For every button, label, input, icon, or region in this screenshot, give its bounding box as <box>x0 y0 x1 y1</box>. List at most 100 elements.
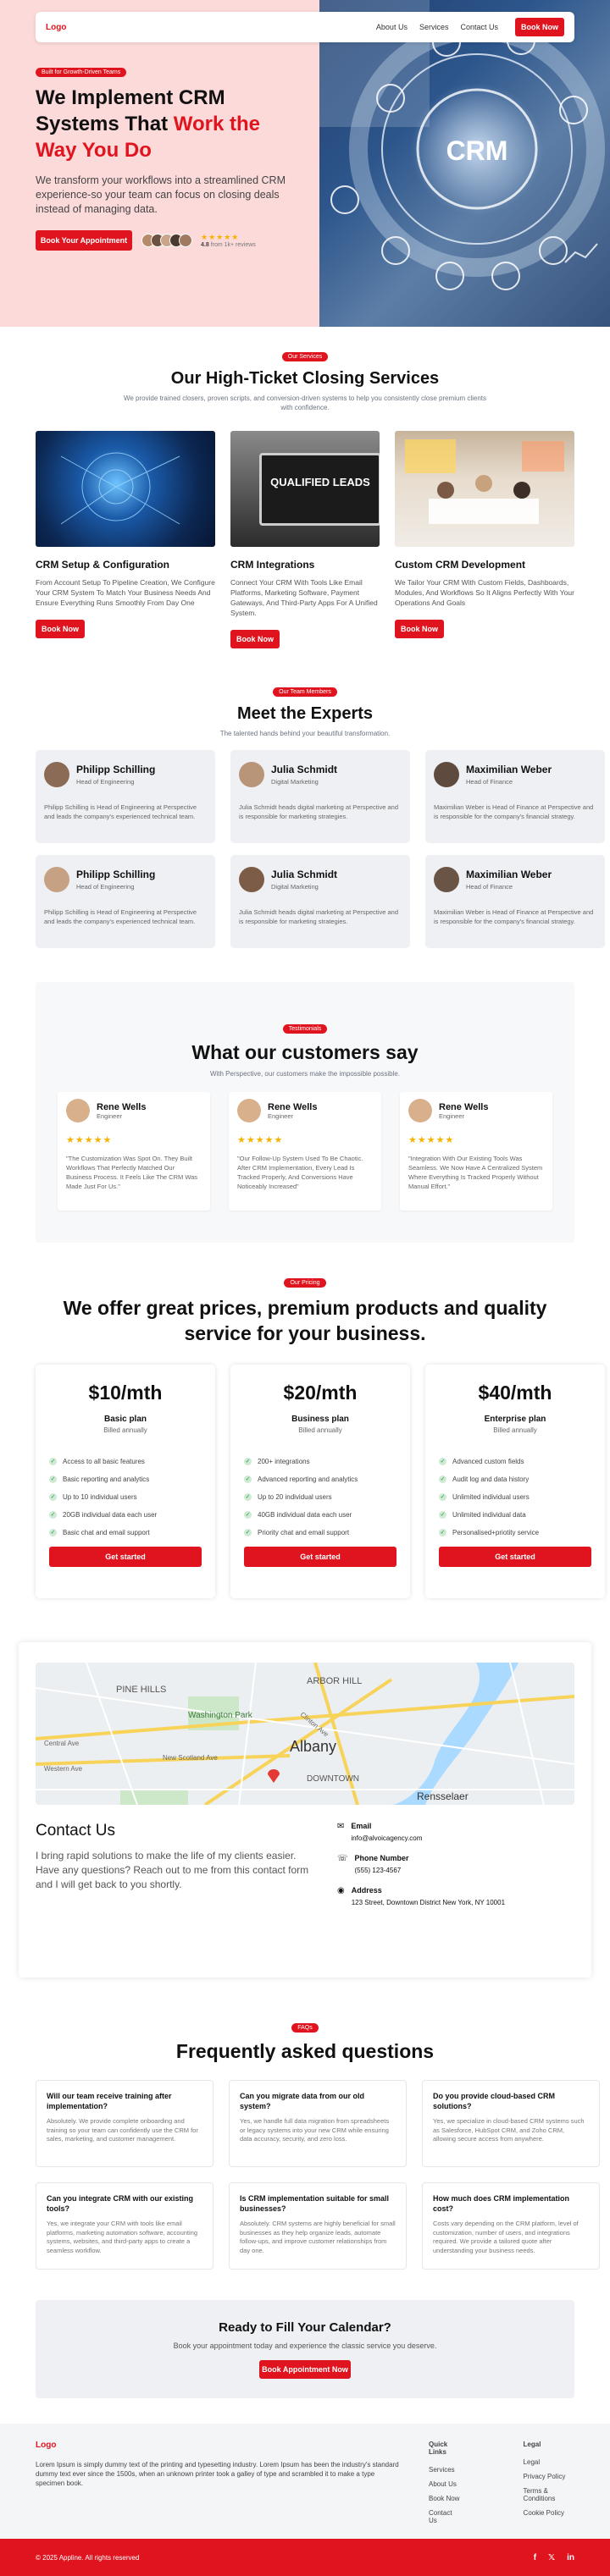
plan-price: $10/mth <box>88 1382 163 1404</box>
location-pin-icon: ◉ <box>337 1886 345 1895</box>
team-member-card: Maximilian Weber Head of Finance Maximilia… <box>425 750 605 843</box>
faq-item[interactable]: Can you migrate data from our old system… <box>229 2080 407 2167</box>
get-started-button[interactable]: Get started <box>49 1547 202 1567</box>
testimonial-quote: "Our Follow-Up System Used To Be Chaotic… <box>237 1155 363 1190</box>
footer-link-book[interactable]: Book Now <box>429 2495 463 2502</box>
testimonial-quote: "The Customization Was Spot On. They Bui… <box>66 1155 198 1190</box>
faq-item[interactable]: Will our team receive training after imp… <box>36 2080 214 2167</box>
pricing-title: We offer great prices, premium products … <box>63 1297 547 1344</box>
pricing-card: $40/mth Enterprise plan Billed annually … <box>425 1365 605 1598</box>
copyright: © 2025 Appline. All rights reserved <box>36 2553 140 2562</box>
hero-content: Built for Growth-Driven Teams We Impleme… <box>0 0 319 327</box>
address-text: 123 Street, Downtown District New York, … <box>351 1899 506 1906</box>
footer-link-terms[interactable]: Terms & Conditions <box>524 2487 574 2502</box>
pricing-section: Our Pricing We offer great prices, premi… <box>0 1243 610 1598</box>
nav-link-services[interactable]: Services <box>419 23 449 31</box>
map-graphic: PINE HILLS ARBOR HILL Washington Park Al… <box>36 1663 574 1805</box>
plan-feature: ✓ Audit log and data history <box>439 1476 530 1483</box>
map-label: New Scotland Ave <box>163 1754 218 1762</box>
rating: ★★★★★ 4.8 from 1k+ reviews <box>201 233 256 248</box>
service-desc: From Account Setup To Pipeline Creation,… <box>36 578 215 607</box>
team-member-card: Philipp Schilling Head of Engineering Phil… <box>36 855 215 948</box>
avatar <box>44 762 69 787</box>
footer-link-legal[interactable]: Legal <box>524 2458 574 2466</box>
plan-price: $40/mth <box>478 1382 552 1404</box>
map-label: Central Ave <box>44 1740 80 1747</box>
testimonial-role: Engineer <box>97 1111 123 1120</box>
facebook-icon[interactable]: f <box>534 2553 536 2562</box>
service-book-button[interactable]: Book Now <box>36 620 85 638</box>
service-image-crm-setup <box>36 431 215 547</box>
legal-title: Legal <box>523 2441 541 2448</box>
faq-item[interactable]: How much does CRM implementation cost? Co… <box>422 2182 600 2270</box>
faq-badge: FAQs <box>291 2023 319 2033</box>
phone-link[interactable]: (555) 123-4567 <box>355 1867 409 1874</box>
network-icon <box>60 452 180 525</box>
faq-title: Frequently asked questions <box>175 2040 435 2062</box>
faq-question: Can you migrate data from our old system… <box>240 2092 365 2110</box>
plan-feature: ✓ Advanced custom fields <box>439 1458 524 1465</box>
faq-question: Can you integrate CRM with our existing … <box>47 2194 194 2213</box>
plan-feature: ✓ Access to all basic features <box>49 1458 145 1465</box>
x-twitter-icon[interactable]: 𝕏 <box>548 2553 555 2562</box>
get-started-button[interactable]: Get started <box>439 1547 591 1567</box>
service-image-integrations: QUALIFIED LEADS <box>230 431 380 547</box>
laptop-screen: QUALIFIED LEADS <box>259 453 380 526</box>
plan-feature: ✓ Priority chat and email support <box>244 1529 350 1536</box>
plan-name: Business plan <box>291 1415 349 1424</box>
testimonial-role: Engineer <box>268 1111 294 1120</box>
faq-item[interactable]: Is CRM implementation suitable for small… <box>229 2182 407 2270</box>
book-appointment-button[interactable]: Book Your Appointment <box>36 230 132 251</box>
email-link[interactable]: info@alvoicagency.com <box>351 1834 422 1842</box>
service-book-button[interactable]: Book Now <box>230 630 280 648</box>
star-icons: ★★★★★ <box>66 1135 113 1145</box>
member-name: Philipp Schilling <box>76 764 156 775</box>
book-appointment-now-button[interactable]: Book Appointment Now <box>259 2360 351 2379</box>
member-bio: Julia Schmidt heads digital marketing at… <box>239 803 399 820</box>
member-name: Maximilian Weber <box>466 764 552 775</box>
footer-logo[interactable]: Logo <box>36 2441 400 2450</box>
plan-billing: Billed annually <box>493 1426 537 1434</box>
check-icon: ✓ <box>439 1511 446 1519</box>
linkedin-icon[interactable]: in <box>567 2553 574 2562</box>
nav-link-contact[interactable]: Contact Us <box>460 23 498 31</box>
service-desc: We Tailor Your CRM With Custom Fields, D… <box>395 578 574 607</box>
mail-icon: ✉ <box>337 1822 345 1831</box>
services-badge: Our Services <box>281 352 329 361</box>
map-label: Western Ave <box>44 1765 83 1773</box>
plan-name: Basic plan <box>103 1415 147 1424</box>
top-nav: Logo About Us Services Contact Us Book N… <box>36 12 574 42</box>
logo[interactable]: Logo <box>46 23 66 32</box>
check-icon: ✓ <box>49 1458 57 1465</box>
contact-phone: ☏ Phone Number (555) 123-4567 <box>337 1854 409 1874</box>
member-bio: Philipp Schilling is Head of Engineering… <box>44 908 197 925</box>
member-role: Head of Engineering <box>76 778 135 786</box>
service-card: QUALIFIED LEADS CRM Integrations Connect… <box>230 431 380 648</box>
hero-subtitle: We transform your workflows into a strea… <box>36 174 286 215</box>
nav-book-button[interactable]: Book Now <box>515 18 564 36</box>
plan-feature: ✓ 200+ integrations <box>244 1458 310 1465</box>
hero-image: CRM <box>319 0 610 327</box>
faq-answer: Absolutely. CRM systems are highly benef… <box>240 2220 396 2254</box>
service-book-button[interactable]: Book Now <box>395 620 444 638</box>
nav-link-about[interactable]: About Us <box>376 23 408 31</box>
faq-item[interactable]: Do you provide cloud-based CRM solutions… <box>422 2080 600 2167</box>
testimonials-badge: Testimonials <box>282 1024 328 1034</box>
service-title: Custom CRM Development <box>395 559 526 571</box>
footer-link-privacy[interactable]: Privacy Policy <box>524 2473 574 2480</box>
contact-text: I bring rapid solutions to make the life… <box>36 1850 309 1890</box>
contact-title: Contact Us <box>36 1822 115 1840</box>
member-role: Digital Marketing <box>271 778 319 786</box>
testimonial-quote: "Integration With Our Existing Tools Was… <box>408 1155 543 1190</box>
footer-link-contact[interactable]: Contact Us <box>429 2509 463 2524</box>
testimonial-name: Rene Wells <box>97 1101 147 1112</box>
contact-section: PINE HILLS ARBOR HILL Washington Park Al… <box>0 1598 610 1978</box>
plan-feature: ✓ Basic chat and email support <box>49 1529 150 1536</box>
get-started-button[interactable]: Get started <box>244 1547 396 1567</box>
check-icon: ✓ <box>244 1458 252 1465</box>
check-icon: ✓ <box>244 1493 252 1501</box>
footer-link-cookies[interactable]: Cookie Policy <box>524 2509 574 2517</box>
faq-item[interactable]: Can you integrate CRM with our existing … <box>36 2182 214 2270</box>
footer-link-services[interactable]: Services <box>429 2466 463 2474</box>
map[interactable]: PINE HILLS ARBOR HILL Washington Park Al… <box>36 1663 574 1805</box>
